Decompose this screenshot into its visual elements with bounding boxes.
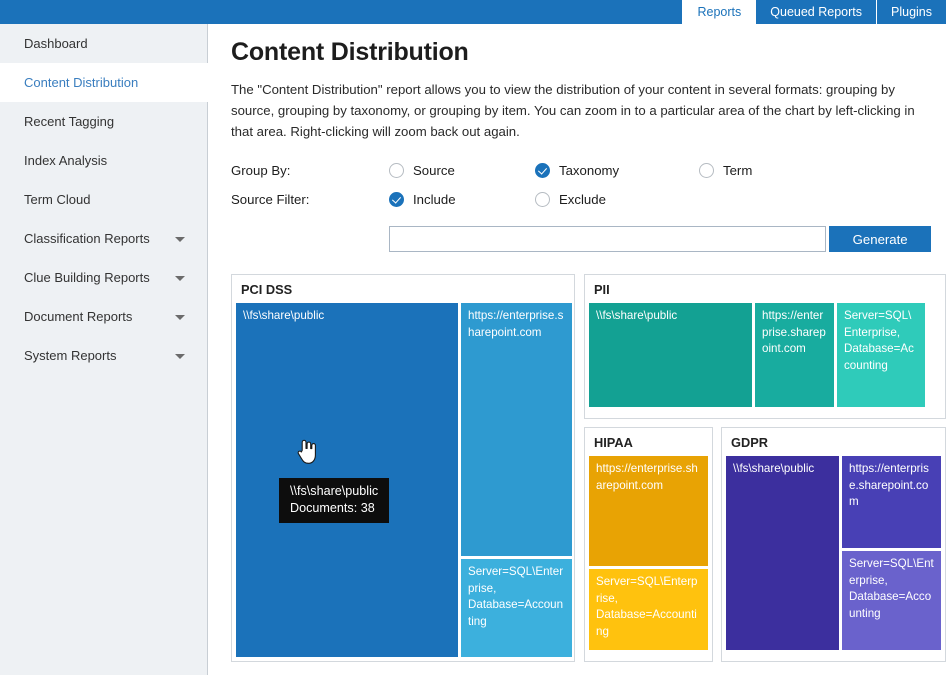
radio-label-include: Include [413, 192, 456, 207]
sidebar-item-index-analysis[interactable]: Index Analysis [0, 141, 207, 180]
report-options-form: Group By: Source Taxonomy Term Source Fi… [231, 156, 931, 252]
sidebar-item-label: Classification Reports [24, 231, 150, 246]
radio-option-taxonomy[interactable]: Taxonomy [535, 163, 699, 178]
treemap-group-hipaa: HIPAA https://enterprise.sharepoint.com S… [584, 427, 713, 662]
radio-option-term[interactable]: Term [699, 163, 752, 178]
radio-icon-exclude[interactable] [535, 192, 550, 207]
source-filter-input[interactable] [389, 226, 827, 252]
radio-option-include[interactable]: Include [389, 192, 535, 207]
treemap-tile[interactable]: https://enterprise.sharepoint.com [842, 456, 941, 548]
sidebar-item-classification-reports[interactable]: Classification Reports [0, 219, 207, 258]
treemap-tile[interactable]: https://enterprise.sharepoint.com [461, 303, 572, 556]
treemap-group-title: GDPR [731, 435, 768, 450]
radio-label-taxonomy: Taxonomy [559, 163, 620, 178]
page-description: The "Content Distribution" report allows… [231, 82, 915, 139]
radio-icon-taxonomy[interactable] [535, 163, 550, 178]
sidebar-item-content-distribution[interactable]: Content Distribution [0, 63, 209, 102]
chevron-down-icon [175, 236, 185, 242]
radio-icon-term[interactable] [699, 163, 714, 178]
source-filter-label: Source Filter: [231, 192, 310, 207]
treemap-group-pci-dss: PCI DSS \\fs\share\public https://enterpr… [231, 274, 575, 662]
page-title: Content Distribution [231, 38, 469, 66]
sidebar-item-recent-tagging[interactable]: Recent Tagging [0, 102, 207, 141]
content-distribution-treemap: PCI DSS \\fs\share\public https://enterpr… [231, 274, 946, 662]
treemap-tile[interactable]: \\fs\share\public [236, 303, 458, 657]
radio-icon-include[interactable] [389, 192, 404, 207]
treemap-tile[interactable]: \\fs\share\public [589, 303, 752, 407]
generate-row: Generate [389, 226, 931, 252]
sidebar-item-dashboard[interactable]: Dashboard [0, 24, 207, 63]
radio-label-source: Source [413, 163, 455, 178]
treemap-tile[interactable]: Server=SQL\Enterprise, Database=Accounti… [842, 551, 941, 650]
sidebar-item-system-reports[interactable]: System Reports [0, 336, 207, 375]
tab-plugins[interactable]: Plugins [876, 0, 946, 24]
radio-option-exclude[interactable]: Exclude [535, 192, 606, 207]
chevron-down-icon [175, 314, 185, 320]
sidebar-item-label: Recent Tagging [24, 114, 115, 129]
treemap-tile[interactable]: https://enterprise.sharepoint.com [755, 303, 834, 407]
sidebar-navigation: Dashboard Content Distribution Recent Ta… [0, 24, 209, 675]
treemap-group-title: PII [594, 282, 610, 297]
treemap-group-pii: PII \\fs\share\public https://enterprise.… [584, 274, 946, 419]
generate-button[interactable]: Generate [829, 226, 931, 252]
sidebar-item-label: Term Cloud [24, 192, 91, 207]
tab-queued-reports[interactable]: Queued Reports [755, 0, 876, 24]
treemap-tile[interactable]: \\fs\share\public [726, 456, 839, 650]
radio-label-exclude: Exclude [559, 192, 606, 207]
treemap-tile[interactable]: Server=SQL\Enterprise, Database=Accounti… [461, 559, 572, 657]
sidebar-item-clue-building-reports[interactable]: Clue Building Reports [0, 258, 207, 297]
top-navigation-bar: Reports Queued Reports Plugins [0, 0, 946, 24]
chevron-down-icon [175, 353, 185, 359]
treemap-group-title: HIPAA [594, 435, 633, 450]
tab-reports[interactable]: Reports [682, 0, 756, 24]
chevron-down-icon [175, 275, 185, 281]
treemap-tile[interactable]: Server=SQL\Enterprise, Database=Accounti… [837, 303, 925, 407]
sidebar-item-label: Document Reports [24, 309, 133, 324]
source-filter-row: Source Filter: Include Exclude [231, 185, 931, 214]
sidebar-item-label: Clue Building Reports [24, 270, 150, 285]
sidebar-item-label: Index Analysis [24, 153, 108, 168]
radio-option-source[interactable]: Source [389, 163, 535, 178]
radio-icon-source[interactable] [389, 163, 404, 178]
sidebar-item-label: System Reports [24, 348, 117, 363]
sidebar-item-document-reports[interactable]: Document Reports [0, 297, 207, 336]
sidebar-item-label: Content Distribution [24, 75, 139, 90]
radio-label-term: Term [723, 163, 753, 178]
treemap-tile[interactable]: https://enterprise.sharepoint.com [589, 456, 708, 566]
sidebar-item-label: Dashboard [24, 36, 88, 51]
treemap-group-gdpr: GDPR \\fs\share\public https://enterprise… [721, 427, 946, 662]
treemap-group-title: PCI DSS [241, 282, 293, 297]
sidebar-item-term-cloud[interactable]: Term Cloud [0, 180, 207, 219]
group-by-row: Group By: Source Taxonomy Term [231, 156, 931, 185]
treemap-tile[interactable]: Server=SQL\Enterprise, Database=Accounti… [589, 569, 708, 650]
group-by-label: Group By: [231, 163, 291, 178]
